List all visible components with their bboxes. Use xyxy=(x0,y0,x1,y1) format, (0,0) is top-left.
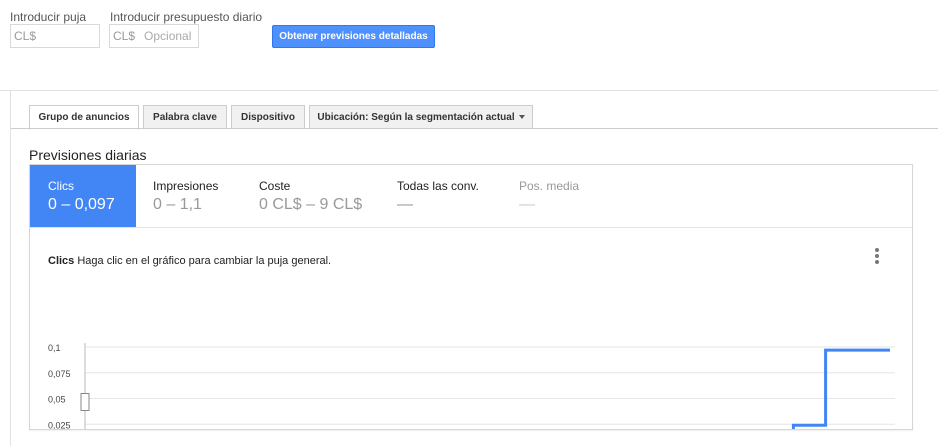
metric-avg-position-value: — xyxy=(519,196,535,213)
chart-hint: Haga clic en el gráfico para cambiar la … xyxy=(77,255,332,267)
chart-title: Clics Haga clic en el gráfico para cambi… xyxy=(48,255,331,267)
tab-ad-group[interactable]: Grupo de anuncios xyxy=(29,105,139,130)
left-divider xyxy=(10,91,11,446)
get-detailed-forecasts-button[interactable]: Obtener previsiones detalladas xyxy=(272,25,435,48)
tab-location[interactable]: Ubicación: Según la segmentación actual xyxy=(309,105,533,129)
metric-all-conversions[interactable]: Todas las conv. — xyxy=(382,165,504,227)
bid-currency: CL$ xyxy=(14,29,37,43)
chevron-down-icon xyxy=(518,115,525,119)
bid-label: Introducir puja xyxy=(10,10,87,24)
top-divider xyxy=(0,90,938,91)
metrics-bar: Clics 0 – 0,097 Impresiones 0 – 1,1 Cost… xyxy=(30,165,912,228)
y-tick-label: 0,1 xyxy=(48,343,61,353)
budget-label: Introducir presupuesto diario xyxy=(110,10,263,24)
forecast-panel: Clics 0 – 0,097 Impresiones 0 – 1,1 Cost… xyxy=(29,164,913,430)
tab-location-label: Ubicación: Según la segmentación actual xyxy=(317,111,515,123)
clicks-chart[interactable]: 0,10,0750,050,0250 CL$10 CL$20 CL$30 CL$… xyxy=(30,269,912,429)
tab-device[interactable]: Dispositivo xyxy=(231,105,305,129)
metric-cost[interactable]: Coste 0 CL$ – 9 CL$ xyxy=(242,165,382,227)
metric-impressions-label: Impresiones xyxy=(153,179,219,193)
metric-cost-value: 0 CL$ – 9 CL$ xyxy=(259,196,363,213)
metric-cost-label: Coste xyxy=(259,179,291,193)
metric-clicks[interactable]: Clics 0 – 0,097 xyxy=(30,165,136,227)
tab-keyword[interactable]: Palabra clave xyxy=(143,105,227,129)
metric-clicks-label: Clics xyxy=(48,179,74,193)
series-line xyxy=(791,348,890,429)
chart-title-metric: Clics xyxy=(48,255,75,267)
metric-impressions-value: 0 – 1,1 xyxy=(153,196,202,213)
tab-bar-line xyxy=(11,128,938,129)
metric-avg-position[interactable]: Pos. media — xyxy=(504,165,614,227)
y-tick-label: 0,075 xyxy=(48,369,71,379)
metric-clicks-value: 0 – 0,097 xyxy=(48,196,115,213)
metric-all-conversions-label: Todas las conv. xyxy=(397,179,479,193)
y-tick-label: 0,025 xyxy=(48,420,71,429)
budget-input[interactable]: CL$ Opcional xyxy=(109,24,199,48)
budget-placeholder: Opcional xyxy=(144,29,192,43)
metric-all-conversions-value: — xyxy=(397,196,413,213)
metric-avg-position-label: Pos. media xyxy=(519,179,580,193)
more-vert-icon[interactable] xyxy=(872,247,882,265)
budget-currency: CL$ xyxy=(113,29,136,43)
section-title: Previsiones diarias xyxy=(29,147,147,163)
metric-impressions[interactable]: Impresiones 0 – 1,1 xyxy=(136,165,242,227)
bid-input[interactable]: CL$ xyxy=(10,24,100,48)
bid-marker-handle xyxy=(80,393,90,411)
y-tick-label: 0,05 xyxy=(48,395,66,405)
